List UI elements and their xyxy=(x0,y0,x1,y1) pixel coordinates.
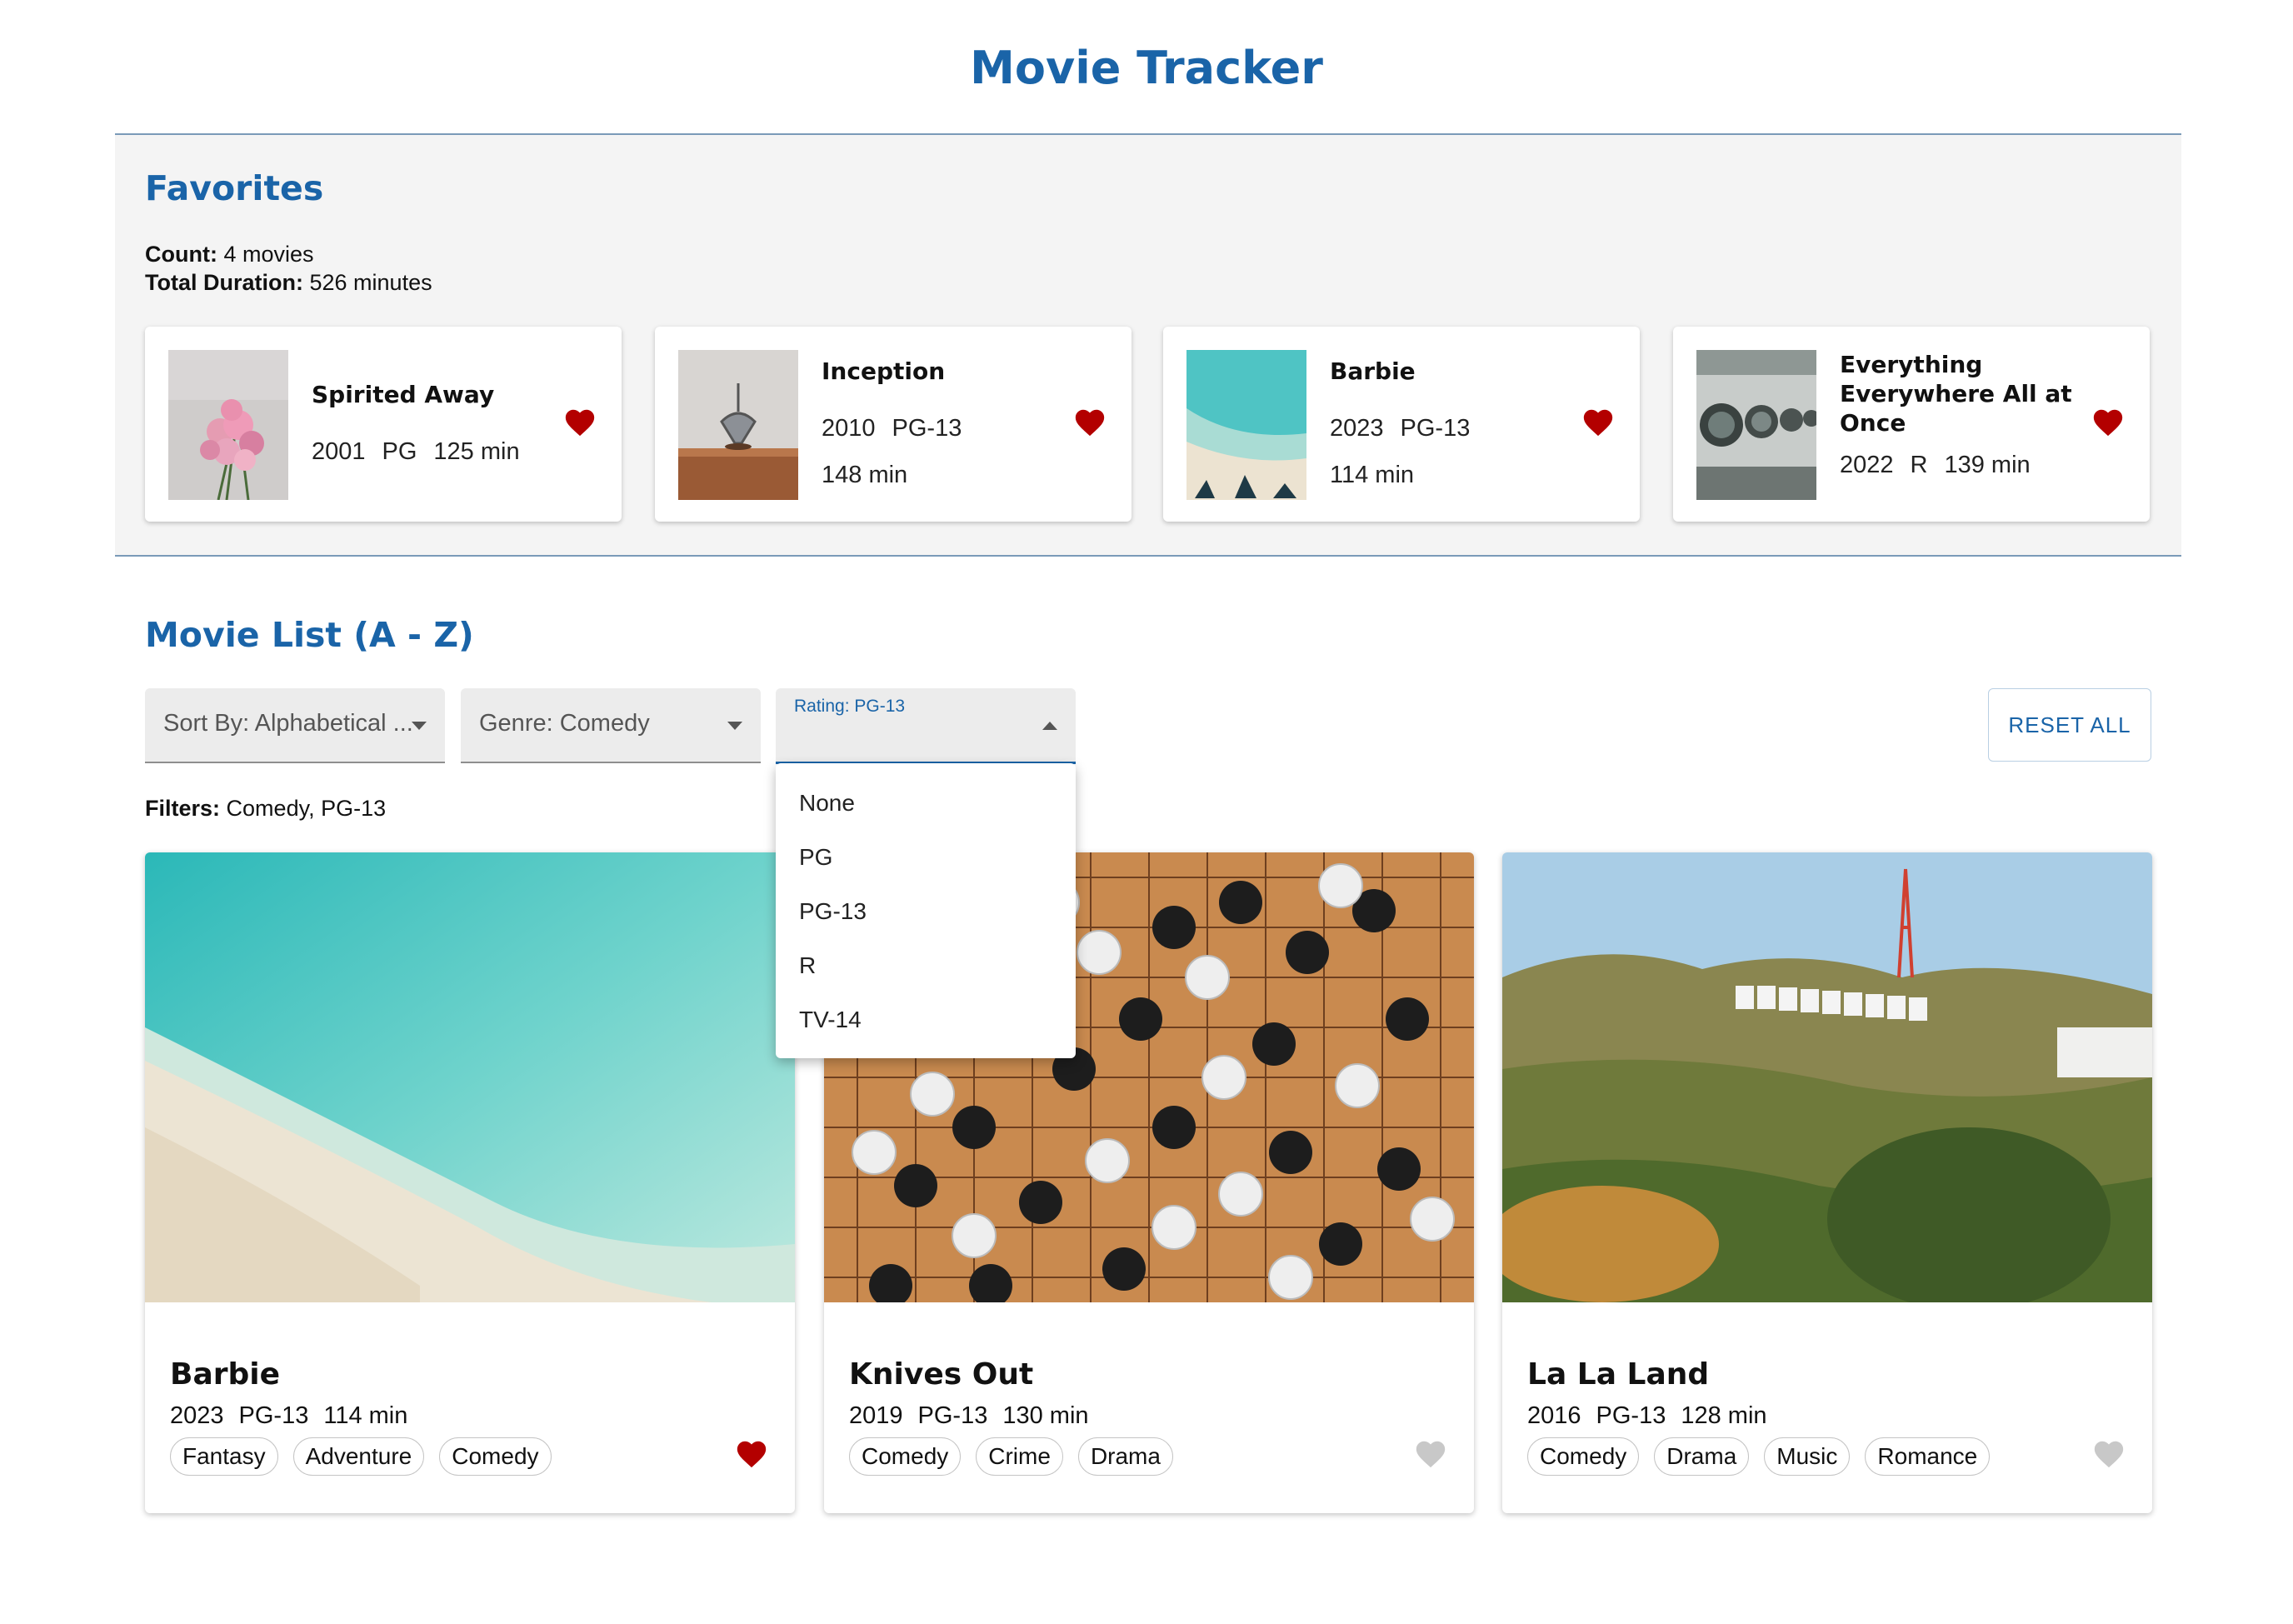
genre-value: Genre: Comedy xyxy=(479,710,650,737)
app-title: Movie Tracker xyxy=(970,42,1323,94)
heart-icon[interactable] xyxy=(563,407,597,437)
genre-chips: Fantasy Adventure Comedy xyxy=(170,1437,567,1476)
movie-duration: 128 min xyxy=(1681,1402,1767,1429)
movie-rating: PG-13 xyxy=(238,1402,309,1429)
reset-all-button[interactable]: RESET ALL xyxy=(1988,688,2151,762)
movie-duration: 114 min xyxy=(323,1402,408,1429)
movie-title: La La Land xyxy=(1527,1357,1710,1392)
movie-rating: PG-13 xyxy=(917,1402,988,1429)
favorite-rating: PG-13 xyxy=(892,415,962,442)
genre-chip: Comedy xyxy=(439,1437,552,1476)
count-label: Count: xyxy=(145,242,217,267)
favorites-count: Count: 4 movies xyxy=(145,242,314,267)
favorite-year: 2022 xyxy=(1840,452,1894,478)
duration-value: 526 minutes xyxy=(309,270,432,295)
favorite-meta: 2001 PG 125 min xyxy=(312,428,553,475)
favorite-card[interactable]: Inception 2010 PG-13 148 min xyxy=(655,327,1132,522)
movie-image xyxy=(1502,852,2152,1302)
favorite-duration: 148 min xyxy=(822,462,908,488)
sort-select[interactable]: Sort By: Alphabetical ... xyxy=(145,688,445,763)
rating-label: Rating: PG-13 xyxy=(794,697,906,716)
favorites-heading: Favorites xyxy=(145,168,324,208)
favorite-card[interactable]: Barbie 2023 PG-13 114 min xyxy=(1163,327,1640,522)
heart-icon[interactable] xyxy=(2092,1438,2126,1468)
duration-label: Total Duration: xyxy=(145,270,303,295)
genre-select[interactable]: Genre: Comedy xyxy=(461,688,761,763)
genre-chip: Adventure xyxy=(292,1437,425,1476)
active-filters: Filters: Comedy, PG-13 xyxy=(145,796,386,822)
sort-value: Sort By: Alphabetical ... xyxy=(163,710,413,737)
poster-image xyxy=(1696,350,1816,500)
chevron-down-icon xyxy=(412,722,427,730)
rating-option-pg13[interactable]: PG-13 xyxy=(799,898,867,925)
chevron-up-icon xyxy=(1042,722,1057,730)
genre-chip: Music xyxy=(1764,1437,1851,1476)
filters-value: Comedy, PG-13 xyxy=(226,796,387,821)
favorite-card[interactable]: Everything Everywhere All at Once 2022 R 1… xyxy=(1673,327,2150,522)
movie-title: Barbie xyxy=(170,1357,281,1392)
genre-chip: Comedy xyxy=(1527,1437,1640,1476)
genre-chip: Romance xyxy=(1865,1437,1991,1476)
movie-meta: 2016 PG-13 128 min xyxy=(1527,1402,1782,1430)
rating-select[interactable]: Rating: PG-13 xyxy=(776,688,1076,764)
favorites-section: Favorites Count: 4 movies Total Duration… xyxy=(115,133,2181,557)
genre-chips: Comedy Crime Drama xyxy=(849,1437,1188,1476)
favorite-meta: 2022 R 139 min xyxy=(1840,442,2081,488)
heart-icon[interactable] xyxy=(735,1438,768,1468)
movie-card[interactable]: La La Land 2016 PG-13 128 min Comedy Drama M… xyxy=(1502,852,2152,1513)
favorite-meta: 2023 PG-13 114 min xyxy=(1330,405,1571,498)
heart-icon[interactable] xyxy=(1581,407,1615,437)
favorite-title: Spirited Away xyxy=(312,381,495,408)
movie-year: 2019 xyxy=(849,1402,903,1429)
poster-image xyxy=(1186,350,1306,500)
rating-option-pg[interactable]: PG xyxy=(799,844,832,871)
filters-label: Filters: xyxy=(145,796,221,821)
movie-duration: 130 min xyxy=(1002,1402,1089,1429)
favorite-title: Barbie xyxy=(1330,357,1416,385)
poster-image xyxy=(168,350,288,500)
count-value: 4 movies xyxy=(223,242,314,267)
movie-title: Knives Out xyxy=(849,1357,1034,1392)
favorite-duration: 139 min xyxy=(1944,452,2031,478)
favorite-year: 2023 xyxy=(1330,415,1384,442)
favorite-card[interactable]: Spirited Away 2001 PG 125 min xyxy=(145,327,622,522)
genre-chip: Fantasy xyxy=(170,1437,278,1476)
genre-chip: Comedy xyxy=(849,1437,962,1476)
heart-icon[interactable] xyxy=(2091,407,2125,437)
movie-meta: 2023 PG-13 114 min xyxy=(170,1402,422,1430)
movie-rating: PG-13 xyxy=(1596,1402,1666,1429)
heart-icon[interactable] xyxy=(1073,407,1107,437)
favorite-title: Inception xyxy=(822,357,946,385)
favorite-year: 2001 xyxy=(312,438,366,465)
movie-list-heading: Movie List (A - Z) xyxy=(145,615,474,655)
chevron-down-icon xyxy=(727,722,742,730)
rating-option-none[interactable]: None xyxy=(799,790,855,817)
rating-dropdown-menu: None PG PG-13 R TV-14 xyxy=(776,763,1076,1058)
favorites-duration: Total Duration: 526 minutes xyxy=(145,270,432,296)
favorite-title: Everything Everywhere All at Once xyxy=(1840,351,2072,437)
favorite-rating: R xyxy=(1910,452,1928,478)
movie-meta: 2019 PG-13 130 min xyxy=(849,1402,1104,1430)
genre-chips: Comedy Drama Music Romance xyxy=(1527,1437,2005,1476)
rating-option-tv14[interactable]: TV-14 xyxy=(799,1007,862,1033)
heart-icon[interactable] xyxy=(1414,1438,1447,1468)
movie-year: 2016 xyxy=(1527,1402,1581,1429)
poster-image xyxy=(678,350,798,500)
favorite-year: 2010 xyxy=(822,415,876,442)
genre-chip: Drama xyxy=(1654,1437,1750,1476)
favorite-duration: 125 min xyxy=(433,438,520,465)
genre-chip: Drama xyxy=(1077,1437,1173,1476)
favorite-rating: PG xyxy=(382,438,417,465)
rating-option-r[interactable]: R xyxy=(799,952,816,979)
favorite-duration: 114 min xyxy=(1330,462,1415,488)
movie-year: 2023 xyxy=(170,1402,224,1429)
movie-image xyxy=(145,852,795,1302)
favorite-rating: PG-13 xyxy=(1400,415,1471,442)
movie-card[interactable]: Barbie 2023 PG-13 114 min Fantasy Adventure… xyxy=(145,852,795,1513)
genre-chip: Crime xyxy=(976,1437,1063,1476)
favorite-meta: 2010 PG-13 148 min xyxy=(822,405,1063,498)
